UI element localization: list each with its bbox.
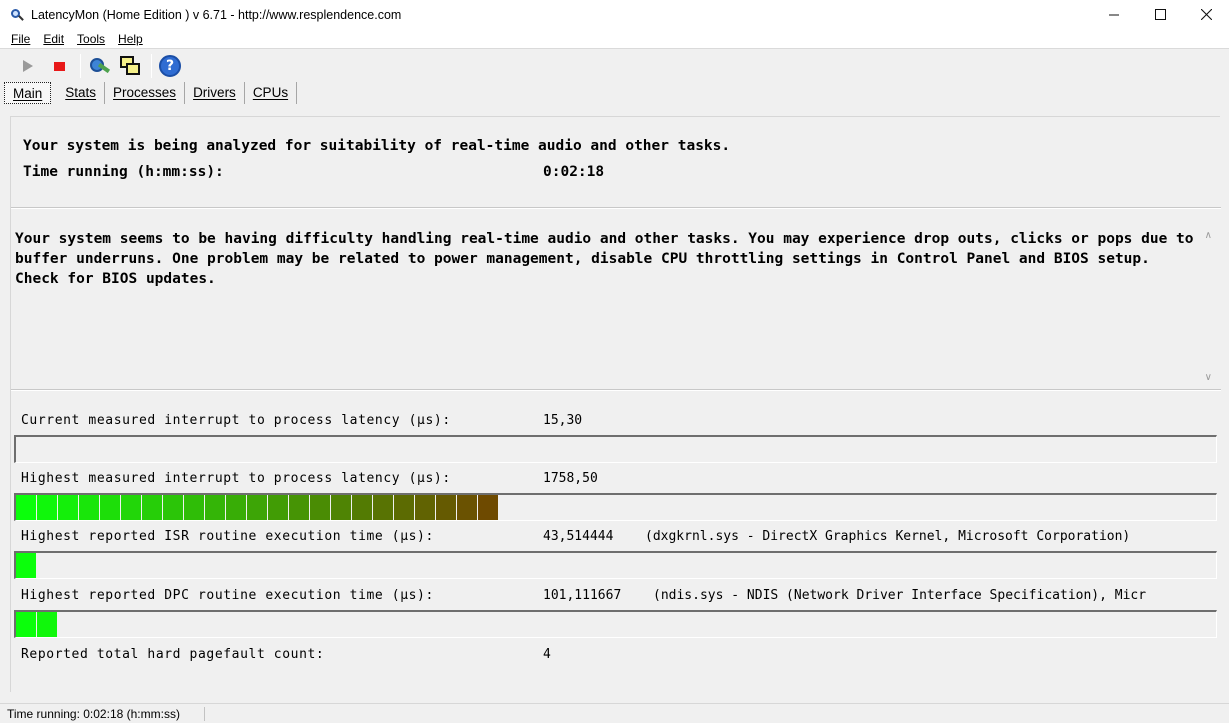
window-controls (1091, 0, 1229, 29)
minimize-icon (1108, 14, 1119, 16)
tab-drivers[interactable]: Drivers (185, 82, 245, 104)
section-divider (11, 389, 1221, 391)
bar-segment (37, 612, 58, 637)
menu-bar: File Edit Tools Help (0, 29, 1229, 48)
bar-segment (415, 495, 436, 520)
current-latency-bar (14, 435, 1217, 463)
tab-cpus[interactable]: CPUs (245, 82, 298, 104)
isr-driver-info: (dxgkrnl.sys - DirectX Graphics Kernel, … (645, 529, 1131, 544)
highest-latency-label: Highest measured interrupt to process la… (21, 471, 451, 486)
bar-segment (205, 495, 226, 520)
bar-segment (79, 495, 100, 520)
current-latency-label: Current measured interrupt to process la… (21, 413, 451, 428)
bar-segment (310, 495, 331, 520)
bar-segment (37, 495, 58, 520)
dpc-driver-info: (ndis.sys - NDIS (Network Driver Interfa… (653, 588, 1147, 603)
toolbar-separator (151, 54, 152, 78)
status-separator (204, 707, 205, 721)
bar-segment (373, 495, 394, 520)
app-body: ? Main Stats Processes Drivers CPUs Your… (0, 48, 1229, 723)
bar-segment (16, 553, 37, 578)
bar-segment (16, 495, 37, 520)
pagefault-label: Reported total hard pagefault count: (21, 647, 325, 662)
bar-segment (394, 495, 415, 520)
maximize-icon (1154, 9, 1166, 20)
main-panel: Your system is being analyzed for suitab… (10, 116, 1221, 692)
analyze-button[interactable] (85, 53, 113, 79)
menu-tools[interactable]: Tools (74, 32, 108, 46)
menu-file[interactable]: File (8, 32, 33, 46)
analysis-status: Your system is being analyzed for suitab… (23, 138, 731, 154)
bar-segment (331, 495, 352, 520)
window-title: LatencyMon (Home Edition ) v 6.71 - http… (31, 7, 402, 22)
menu-edit-label: Edit (43, 31, 65, 46)
bar-segment (58, 495, 79, 520)
analyze-icon (88, 55, 111, 77)
menu-edit[interactable]: Edit (40, 32, 67, 46)
stop-button[interactable] (45, 53, 73, 79)
bar-segment (247, 495, 268, 520)
isr-time-bar (14, 551, 1217, 579)
menu-help-label: Help (118, 31, 143, 46)
bar-segment (289, 495, 310, 520)
toolbar: ? (0, 52, 187, 80)
time-running-value: 0:02:18 (543, 164, 605, 180)
start-button[interactable] (14, 53, 42, 79)
scroll-down-icon[interactable]: ∨ (1205, 372, 1212, 383)
section-divider (11, 207, 1221, 209)
help-button[interactable]: ? (156, 53, 184, 79)
bar-segment (100, 495, 121, 520)
latencymon-app-icon[interactable] (10, 8, 24, 22)
dpc-time-value: 101,111667 (543, 588, 622, 603)
minimize-button[interactable] (1091, 0, 1137, 29)
close-icon (1200, 9, 1212, 20)
menu-tools-label: Tools (77, 31, 106, 46)
bar-segment (352, 495, 373, 520)
tab-main[interactable]: Main (4, 82, 52, 104)
bar-segment (457, 495, 478, 520)
bar-segment (163, 495, 184, 520)
tab-stats[interactable]: Stats (57, 82, 106, 104)
menu-file-label: File (11, 31, 31, 46)
bar-segment (478, 495, 499, 520)
title-bar: LatencyMon (Home Edition ) v 6.71 - http… (0, 0, 1229, 29)
isr-time-value: 43,514444 (543, 529, 614, 544)
bar-segment (184, 495, 205, 520)
time-running-label: Time running (h:mm:ss): (23, 164, 224, 180)
toolbar-separator (80, 54, 81, 78)
tab-processes[interactable]: Processes (105, 82, 186, 104)
pagefault-value: 4 (543, 647, 551, 662)
bar-segment (121, 495, 142, 520)
highest-latency-value: 1758,50 (543, 471, 598, 486)
help-icon: ? (159, 55, 181, 77)
status-bar: Time running: 0:02:18 (h:mm:ss) (0, 703, 1229, 723)
stop-icon (53, 61, 65, 71)
scroll-up-icon[interactable]: ∧ (1205, 230, 1212, 241)
bar-segment (142, 495, 163, 520)
current-latency-value: 15,30 (543, 413, 583, 428)
status-text: Time running: 0:02:18 (h:mm:ss) (7, 706, 180, 721)
bar-segment (16, 612, 37, 637)
close-button[interactable] (1183, 0, 1229, 29)
isr-time-label: Highest reported ISR routine execution t… (21, 529, 434, 544)
menu-help[interactable]: Help (115, 32, 146, 46)
windows-button[interactable] (116, 53, 144, 79)
conclusion-text: Your system seems to be having difficult… (15, 231, 1194, 287)
tab-bar: Main Stats Processes Drivers CPUs (4, 81, 298, 105)
play-icon (23, 60, 33, 72)
bar-segment (226, 495, 247, 520)
maximize-button[interactable] (1137, 0, 1183, 29)
dpc-time-label: Highest reported DPC routine execution t… (21, 588, 434, 603)
windows-icon (119, 55, 141, 77)
dpc-time-bar (14, 610, 1217, 638)
bar-segment (268, 495, 289, 520)
highest-latency-bar (14, 493, 1217, 521)
bar-segment (436, 495, 457, 520)
